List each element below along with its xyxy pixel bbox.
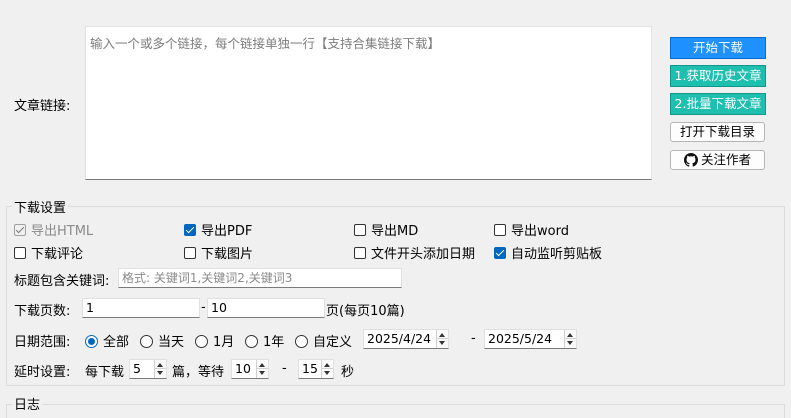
- spin-up-icon: [324, 363, 330, 367]
- spin-down-icon: [567, 341, 573, 345]
- export-pdf-label: 导出PDF: [201, 224, 253, 239]
- spin-up-icon: [157, 363, 163, 367]
- date-month-label: 1月: [213, 335, 235, 350]
- date-end-spinner[interactable]: [564, 330, 576, 348]
- keyword-input[interactable]: 格式: 关键词1,关键词2,关键词3: [118, 268, 402, 288]
- date-today-radio[interactable]: 当天: [140, 331, 184, 350]
- checkbox-mark: [184, 247, 196, 259]
- prefix-date-checkbox[interactable]: 文件开头添加日期: [354, 243, 475, 262]
- link-placeholder: 输入一个或多个链接，每个链接单独一行【支持合集链接下载】: [90, 36, 441, 51]
- date-dash: -: [471, 331, 476, 346]
- delay-per-spinner[interactable]: [154, 360, 166, 378]
- keyword-placeholder: 格式: 关键词1,关键词2,关键词3: [122, 271, 293, 285]
- date-all-label: 全部: [103, 335, 130, 350]
- date-end-value: 2025/5/24: [488, 331, 553, 346]
- export-pdf-checkbox[interactable]: 导出PDF: [184, 220, 252, 239]
- delay-wait-min-spinbox[interactable]: 10: [231, 359, 269, 379]
- delay-per-value: 5: [133, 361, 141, 376]
- date-start-value: 2025/4/24: [367, 331, 432, 346]
- date-month-radio[interactable]: 1月: [195, 331, 234, 350]
- radio-mark: [85, 335, 98, 348]
- delay-unit: 秒: [341, 365, 355, 380]
- log-group: [6, 404, 785, 418]
- date-range-label: 日期范围:: [14, 335, 71, 350]
- pages-label: 下载页数:: [14, 304, 71, 319]
- date-today-label: 当天: [158, 335, 185, 350]
- date-start-spinner[interactable]: [436, 330, 448, 348]
- log-title: 日志: [12, 394, 43, 413]
- download-comments-checkbox[interactable]: 下载评论: [14, 243, 83, 262]
- export-word-label: 导出word: [511, 224, 569, 239]
- download-settings-title: 下载设置: [12, 197, 69, 216]
- delay-wait-max-spinbox[interactable]: 15: [298, 359, 334, 379]
- checkbox-mark: [494, 247, 506, 259]
- spin-up-icon: [259, 363, 265, 367]
- radio-mark: [140, 335, 153, 348]
- checkbox-mark: [354, 224, 366, 236]
- export-md-label: 导出MD: [371, 224, 419, 239]
- delay-dash: -: [282, 361, 287, 376]
- watch-clipboard-checkbox[interactable]: 自动监听剪贴板: [494, 243, 602, 262]
- download-comments-label: 下载评论: [31, 247, 84, 262]
- start-download-button[interactable]: 开始下载: [670, 37, 766, 59]
- checkbox-mark: [184, 224, 196, 236]
- export-md-checkbox[interactable]: 导出MD: [354, 220, 418, 239]
- spin-down-icon: [259, 371, 265, 375]
- date-all-radio[interactable]: 全部: [85, 331, 129, 350]
- link-input[interactable]: 输入一个或多个链接，每个链接单独一行【支持合集链接下载】: [85, 26, 652, 180]
- github-icon: [683, 153, 698, 167]
- spin-down-icon: [324, 371, 330, 375]
- date-custom-label: 自定义: [313, 335, 353, 350]
- spin-up-icon: [439, 333, 445, 337]
- pages-suffix: 页(每页10篇): [326, 304, 405, 319]
- get-history-button[interactable]: 1.获取历史文章: [670, 65, 766, 87]
- delay-label: 延时设置:: [14, 365, 71, 380]
- checkbox-mark: [354, 247, 366, 259]
- watch-clipboard-label: 自动监听剪贴板: [511, 247, 603, 262]
- delay-per-suffix: 篇，等待: [172, 365, 225, 380]
- checkbox-mark: [14, 224, 26, 236]
- checkbox-mark: [14, 247, 26, 259]
- date-start-input[interactable]: 2025/4/24: [363, 329, 449, 349]
- delay-wait-max-value: 15: [302, 361, 318, 376]
- radio-mark: [195, 335, 208, 348]
- date-custom-radio[interactable]: 自定义: [295, 331, 352, 350]
- pages-from-input[interactable]: 1: [82, 298, 200, 318]
- delay-wait-min-value: 10: [235, 361, 251, 376]
- spin-up-icon: [567, 333, 573, 337]
- export-html-checkbox[interactable]: 导出HTML: [14, 220, 93, 239]
- download-images-checkbox[interactable]: 下载图片: [184, 243, 253, 262]
- radio-mark: [295, 335, 308, 348]
- delay-per-prefix: 每下载: [85, 365, 125, 380]
- date-year-radio[interactable]: 1年: [245, 331, 284, 350]
- follow-author-button[interactable]: 关注作者: [670, 150, 765, 170]
- pages-to-input[interactable]: 10: [207, 298, 325, 318]
- date-year-label: 1年: [263, 335, 285, 350]
- radio-mark: [245, 335, 258, 348]
- open-download-dir-button[interactable]: 打开下载目录: [670, 122, 765, 142]
- spin-down-icon: [157, 371, 163, 375]
- export-html-label: 导出HTML: [31, 224, 94, 239]
- date-end-input[interactable]: 2025/5/24: [484, 329, 577, 349]
- batch-download-button[interactable]: 2.批量下载文章: [670, 93, 766, 115]
- checkbox-mark: [494, 224, 506, 236]
- download-images-label: 下载图片: [201, 247, 254, 262]
- prefix-date-label: 文件开头添加日期: [371, 247, 476, 262]
- keyword-label: 标题包含关键词:: [14, 274, 110, 289]
- export-word-checkbox[interactable]: 导出word: [494, 220, 569, 239]
- link-label: 文章链接:: [14, 99, 71, 114]
- delay-per-spinbox[interactable]: 5: [129, 359, 167, 379]
- pages-dash: -: [201, 300, 206, 315]
- follow-author-label: 关注作者: [700, 152, 751, 167]
- spin-down-icon: [439, 341, 445, 345]
- delay-wait-min-spinner[interactable]: [256, 360, 268, 378]
- delay-wait-max-spinner[interactable]: [321, 360, 333, 378]
